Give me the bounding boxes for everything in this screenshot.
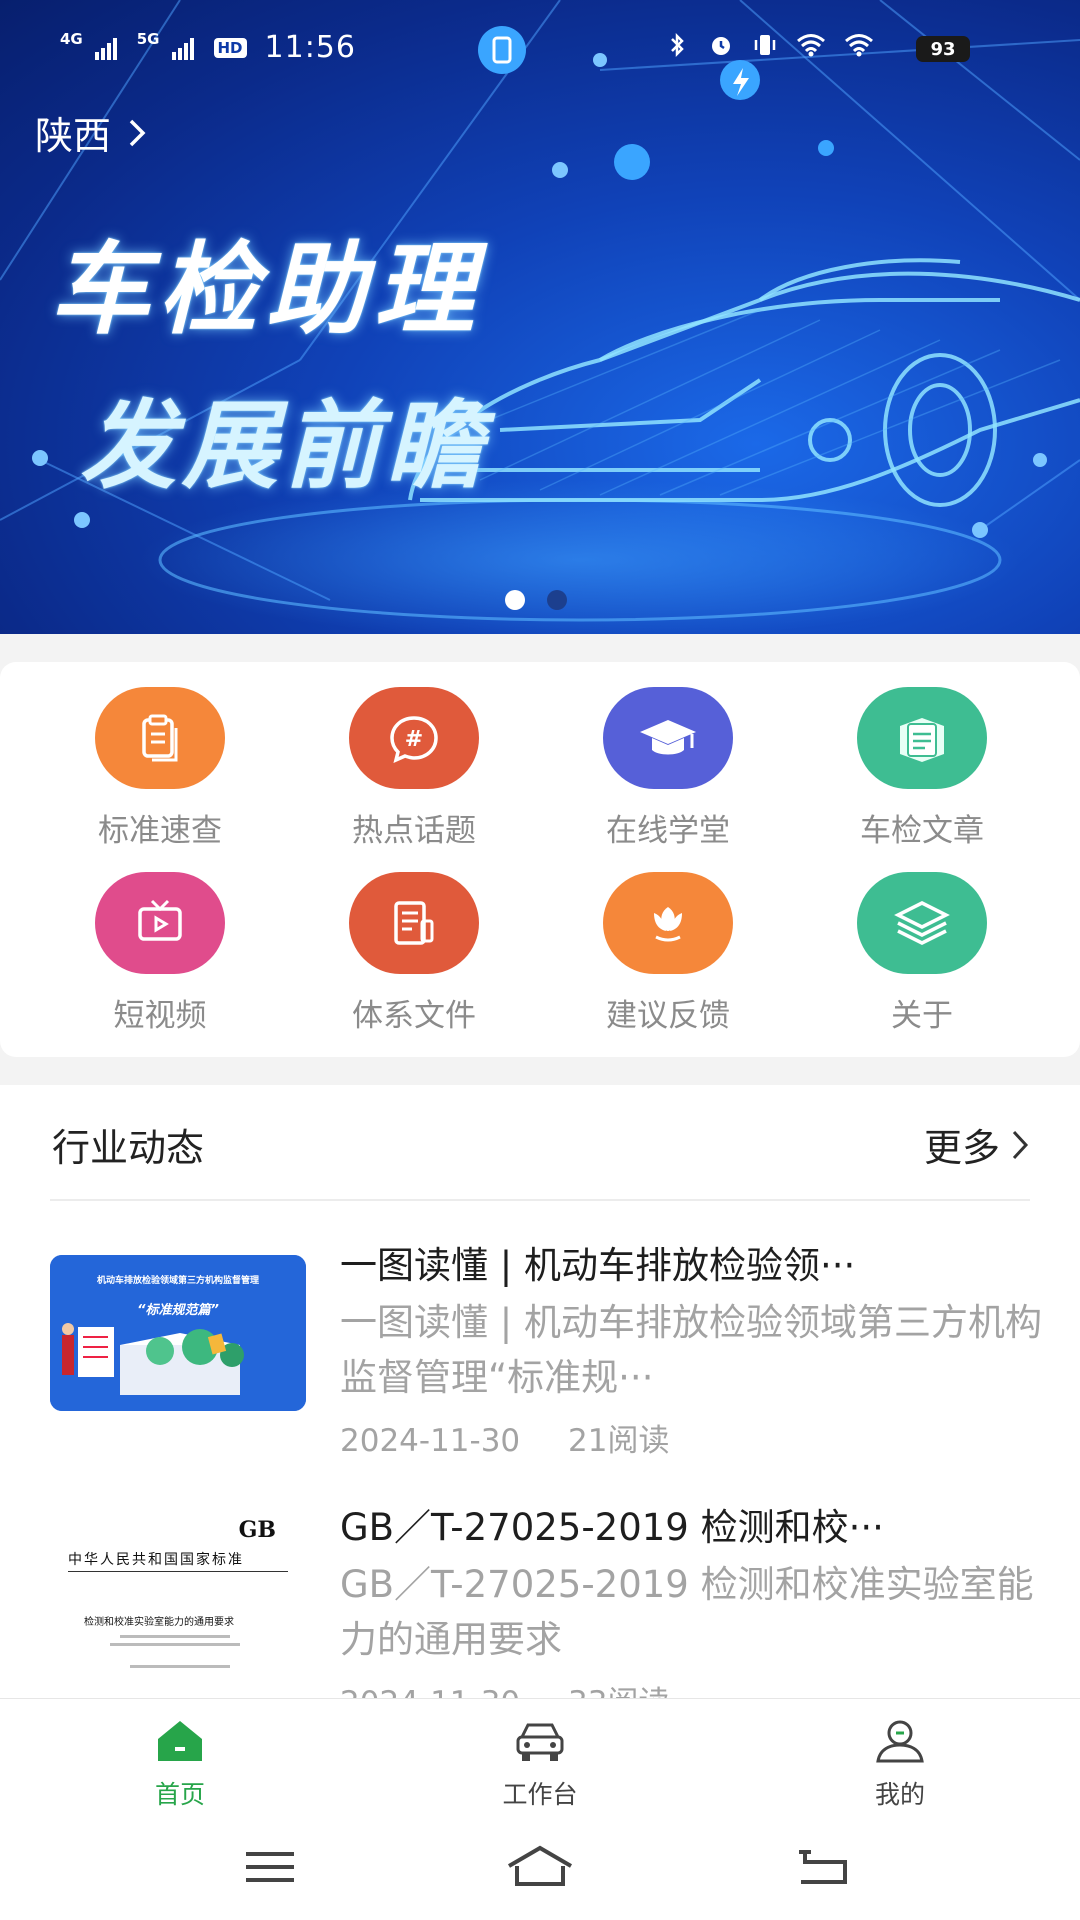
thumbnail-subheading: “标准规范篇” — [137, 1303, 219, 1318]
vibrate-icon — [754, 35, 776, 55]
grid-label: 关于 — [891, 998, 953, 1034]
more-label: 更多 — [923, 1126, 1000, 1170]
battery-indicator: 93 — [916, 36, 970, 62]
grid-label: 车检文章 — [860, 813, 984, 849]
svg-text:#: # — [405, 727, 423, 752]
home-icon — [158, 1721, 202, 1761]
tv-icon — [95, 872, 225, 974]
more-link[interactable]: 更多 — [924, 1117, 1030, 1172]
menu-icon[interactable] — [240, 1842, 300, 1892]
clock: 11:56 — [264, 30, 356, 65]
tab-home[interactable]: 首页 — [90, 1717, 270, 1811]
grid-item-feedback[interactable]: 建议反馈 — [568, 872, 768, 1047]
grid-item-car-articles[interactable]: 车检文章 — [822, 687, 1022, 862]
pager-dot-2[interactable] — [547, 590, 567, 610]
tab-label: 工作台 — [502, 1780, 578, 1809]
tab-workbench[interactable]: 工作台 — [450, 1717, 630, 1811]
user-icon — [876, 1720, 924, 1763]
divider — [50, 1199, 1030, 1201]
feature-grid: 标准速查 # 热点话题 在线学堂 车检文章 短视频 体系文件 建议反馈 关于 — [0, 662, 1080, 1057]
tab-profile[interactable]: 我的 — [810, 1717, 990, 1811]
article-title: 一图读懂 | 机动车排放检验领··· — [340, 1244, 856, 1287]
article-summary: 一图读懂 | 机动车排放检验领域第三方机构监督管理“标准规··· — [340, 1301, 1042, 1399]
status-bar: 4G 5G HD 11:56 93 — [0, 0, 1080, 96]
graduation-cap-icon — [603, 687, 733, 789]
industry-news-section: 行业动态 更多 机动车排放检验领域第三方机构监督管理 “标准规范篇” 一图读懂 … — [0, 1085, 1080, 1700]
article-meta: 2024-11-30 21阅读 — [340, 1415, 669, 1460]
wifi-icon — [797, 34, 825, 57]
grid-item-online-school[interactable]: 在线学堂 — [568, 687, 768, 862]
signal-icon — [94, 36, 117, 60]
grid-label: 在线学堂 — [606, 813, 730, 849]
grid-label: 短视频 — [113, 998, 207, 1034]
car-icon — [516, 1723, 564, 1761]
chevron-right-icon — [129, 119, 146, 146]
network-type-1: 4G — [60, 30, 83, 48]
alarm-icon — [712, 37, 730, 55]
grid-label: 建议反馈 — [606, 998, 730, 1034]
banner-title-line1: 车检助理 — [50, 231, 482, 348]
article-date: 2024-11-30 — [340, 1423, 521, 1459]
section-header: 行业动态 更多 — [50, 1117, 1030, 1177]
grid-item-system-files[interactable]: 体系文件 — [314, 872, 514, 1047]
grid-item-hot-topics[interactable]: # 热点话题 — [314, 687, 514, 862]
article-meta: 2024-11-30 33阅读 — [340, 1677, 669, 1700]
grid-label: 体系文件 — [352, 998, 476, 1034]
signal-icon-2 — [171, 36, 194, 60]
tab-label: 首页 — [154, 1780, 205, 1809]
chevron-right-icon — [1012, 1130, 1029, 1159]
home-nav-icon[interactable] — [505, 1842, 575, 1892]
document-icon — [349, 872, 479, 974]
grid-item-about[interactable]: 关于 — [822, 872, 1022, 1047]
hashtag-chat-icon: # — [349, 687, 479, 789]
article-title: GB／T-27025-2019 检测和校··· — [340, 1506, 884, 1549]
grid-item-short-video[interactable]: 短视频 — [60, 872, 260, 1047]
flower-icon — [603, 872, 733, 974]
hd-badge: HD — [213, 37, 247, 58]
network-type-2: 5G — [136, 30, 160, 48]
thumbnail-heading: 机动车排放检验领域第三方机构监督管理 — [96, 1276, 259, 1286]
system-navigation-bar — [0, 1816, 1080, 1920]
bottom-tab-bar: 首页 工作台 我的 — [0, 1698, 1080, 1816]
grid-label: 热点话题 — [352, 813, 476, 849]
grid-label: 标准速查 — [98, 813, 222, 849]
thumbnail-subheading: 检测和校准实验室能力的通用要求 — [84, 1617, 234, 1628]
back-icon[interactable] — [795, 1842, 855, 1892]
region-selector[interactable]: 陕西 — [35, 105, 147, 160]
grid-item-standard-lookup[interactable]: 标准速查 — [60, 687, 260, 862]
article-reads: 21阅读 — [568, 1423, 670, 1459]
carousel-pager[interactable] — [505, 590, 567, 610]
pager-dot-1[interactable] — [505, 590, 525, 610]
wifi-icon-2 — [845, 34, 873, 57]
layers-icon — [857, 872, 987, 974]
banner-title-line2: 发展前瞻 — [80, 390, 488, 502]
article-summary: GB／T-27025-2019 检测和校准实验室能力的通用要求 — [340, 1563, 1034, 1661]
tab-label: 我的 — [874, 1780, 925, 1809]
article-icon — [857, 687, 987, 789]
news-item[interactable]: GB 中华人民共和国国家标准 检测和校准实验室能力的通用要求 GB／T-2702… — [50, 1497, 1034, 1700]
article-thumbnail: GB 中华人民共和国国家标准 检测和校准实验室能力的通用要求 — [50, 1507, 306, 1697]
banner-carousel[interactable]: 4G 5G HD 11:56 93 陕西 车检助理 发展前瞻 — [0, 0, 1080, 634]
thumbnail-badge: GB — [238, 1517, 276, 1543]
news-item[interactable]: 机动车排放检验领域第三方机构监督管理 “标准规范篇” 一图读懂 | 机动车排放检… — [50, 1235, 1042, 1485]
section-title: 行业动态 — [52, 1126, 205, 1170]
article-thumbnail: 机动车排放检验领域第三方机构监督管理 “标准规范篇” — [50, 1255, 306, 1411]
region-label: 陕西 — [35, 114, 112, 158]
bluetooth-icon — [671, 32, 684, 58]
clipboard-icon — [95, 687, 225, 789]
thumbnail-heading: 中华人民共和国国家标准 — [68, 1552, 244, 1568]
